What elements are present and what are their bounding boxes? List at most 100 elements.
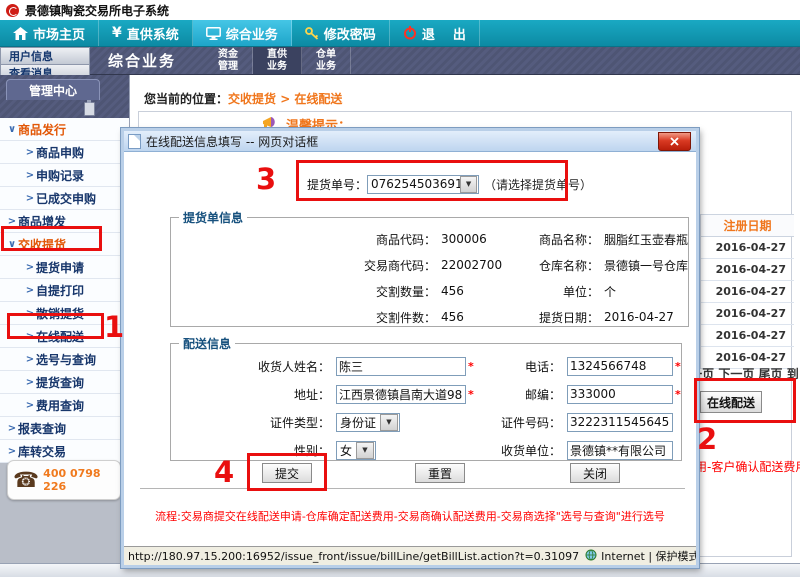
chevron-right-icon: > bbox=[24, 170, 36, 181]
bill-info-row: 交割数量：456 单位：个 bbox=[171, 278, 688, 304]
bill-info-fieldset: 提货单信息 商品代码：300006 商品名称：胭脂红玉壶春瓶 交易商代码：220… bbox=[170, 209, 689, 327]
nav-item-market-home[interactable]: 市场主页 bbox=[0, 20, 99, 46]
sidebar-item-fee-query[interactable]: >费用查询 bbox=[0, 394, 129, 417]
sidebar-item-retail-delivery[interactable]: >散销提货 bbox=[0, 302, 129, 325]
close-button[interactable]: 关闭 bbox=[570, 463, 620, 483]
reset-button[interactable]: 重置 bbox=[415, 463, 465, 483]
hotline-number: 400 0798 226 bbox=[43, 467, 120, 493]
sidebar-item-self-pickup-print[interactable]: >自提打印 bbox=[0, 279, 129, 302]
chevron-right-icon: > bbox=[24, 354, 36, 365]
sidebar: 管理中心 ∨商品发行 >商品申购 >申购记录 >已成交申购 >商品增发 ∨交收提… bbox=[0, 75, 130, 563]
breadcrumb-path[interactable]: 交收提货 > 在线配送 bbox=[228, 92, 342, 106]
required-mark: * bbox=[675, 360, 681, 373]
home-icon bbox=[13, 27, 28, 40]
chevron-right-icon: > bbox=[24, 262, 36, 273]
address-field[interactable] bbox=[336, 385, 466, 404]
bill-number-hint: （请选择提货单号） bbox=[484, 176, 592, 193]
sidebar-item-delivery-apply[interactable]: >提货申请 bbox=[0, 256, 129, 279]
section-title: 综合业务 bbox=[108, 47, 176, 74]
receiver-company-field[interactable] bbox=[567, 441, 673, 460]
bill-number-row: 提货单号： 076254503691 ▼ （请选择提货单号） bbox=[124, 174, 696, 194]
chevron-right-icon: > bbox=[24, 147, 36, 158]
user-buttons: 用户信息 查看消息 bbox=[0, 47, 90, 74]
page-icon bbox=[128, 134, 141, 149]
user-info-button[interactable]: 用户信息 bbox=[0, 47, 90, 64]
bill-number-select[interactable]: 076254503691 ▼ bbox=[367, 175, 479, 194]
sidebar-item-delivery[interactable]: ∨交收提货 bbox=[0, 233, 129, 256]
main-nav: 市场主页 ¥ 直供系统 综合业务 修改密码 退 出 bbox=[0, 20, 800, 47]
window-titlebar: 景德镇陶瓷交易所电子系统 bbox=[0, 0, 800, 20]
delivery-info-legend: 配送信息 bbox=[179, 335, 235, 352]
tab-management-center[interactable]: 管理中心 bbox=[6, 79, 100, 100]
delivery-info-fieldset: 配送信息 收货人姓名： * 电话： * 地址： * 邮编： * 证件类型： 身份… bbox=[170, 335, 682, 461]
dialog-title: 在线配送信息填写 -- 网页对话框 bbox=[146, 133, 318, 150]
dropdown-arrow-icon[interactable]: ▼ bbox=[460, 176, 477, 193]
sidebar-item-completed-purchase[interactable]: >已成交申购 bbox=[0, 187, 129, 210]
sidebar-header: 管理中心 bbox=[0, 75, 129, 118]
bill-info-legend: 提货单信息 bbox=[179, 209, 247, 226]
bill-info-row: 商品代码：300006 商品名称：胭脂红玉壶春瓶 bbox=[171, 226, 688, 252]
status-zone-text: Internet | 保护模式: 禁用 bbox=[601, 548, 696, 564]
monitor-icon bbox=[206, 27, 221, 40]
nav-item-label: 修改密码 bbox=[324, 24, 376, 43]
flow-instructions: 流程:交易商提交在线配送申请-仓库确定配送费用-交易商确认配送费用-交易商选择"… bbox=[124, 508, 696, 524]
submit-button[interactable]: 提交 bbox=[262, 463, 312, 483]
gender-select[interactable]: 女▼ bbox=[336, 441, 376, 460]
bill-info-row: 交割件数：456 提货日期：2016-04-27 bbox=[171, 304, 688, 330]
divider bbox=[140, 488, 685, 489]
hotline-badge: ☎ 400 0798 226 bbox=[7, 460, 121, 500]
delivery-row: 收货人姓名： * 电话： * bbox=[171, 352, 681, 380]
dialog-statusbar: http://180.97.15.200:16952/issue_front/i… bbox=[124, 546, 696, 565]
sidebar-item-delivery-query[interactable]: >提货查询 bbox=[0, 371, 129, 394]
dialog-body: 提货单号： 076254503691 ▼ （请选择提货单号） 提货单信息 商品代… bbox=[124, 152, 696, 546]
zip-field[interactable] bbox=[567, 385, 673, 404]
clipboard-icon bbox=[84, 102, 95, 116]
sidebar-item-purchase-records[interactable]: >申购记录 bbox=[0, 164, 129, 187]
sidebar-item-product-issue[interactable]: ∨商品发行 bbox=[0, 118, 129, 141]
bill-number-label: 提货单号： bbox=[307, 176, 367, 193]
subtab-direct-supply-business[interactable]: 直供 业务 bbox=[253, 47, 302, 74]
nav-item-label: 市场主页 bbox=[33, 24, 85, 43]
yen-icon: ¥ bbox=[112, 25, 122, 41]
dropdown-arrow-icon[interactable]: ▼ bbox=[356, 442, 374, 459]
records-table: 注册日期 2016-04-27 2016-04-27 2016-04-27 20… bbox=[700, 214, 794, 369]
subtab-warehouse-receipt-business[interactable]: 仓单 业务 bbox=[302, 47, 351, 74]
chevron-right-icon: > bbox=[24, 308, 36, 319]
chevron-right-icon: > bbox=[24, 331, 36, 342]
phone-field[interactable] bbox=[567, 357, 673, 376]
sidebar-item-product-purchase[interactable]: >商品申购 bbox=[0, 141, 129, 164]
required-mark: * bbox=[675, 388, 681, 401]
nav-item-change-password[interactable]: 修改密码 bbox=[292, 20, 390, 46]
close-icon[interactable] bbox=[658, 132, 691, 151]
nav-item-logout[interactable]: 退 出 bbox=[390, 20, 480, 46]
nav-item-integrated-business[interactable]: 综合业务 bbox=[193, 20, 292, 46]
receiver-name-field[interactable] bbox=[336, 357, 466, 376]
subtab-funds-management[interactable]: 资金 管理 bbox=[204, 47, 253, 74]
chevron-right-icon: > bbox=[24, 285, 36, 296]
bill-number-value: 076254503691 bbox=[368, 177, 460, 191]
table-row: 2016-04-27 bbox=[701, 281, 794, 303]
dropdown-arrow-icon[interactable]: ▼ bbox=[380, 414, 398, 431]
sidebar-item-report-query[interactable]: >报表查询 bbox=[0, 417, 129, 440]
nav-item-direct-supply[interactable]: ¥ 直供系统 bbox=[99, 20, 193, 46]
delivery-row: 证件类型： 身份证▼ 证件号码： bbox=[171, 408, 681, 436]
chevron-right-icon: > bbox=[24, 377, 36, 388]
dialog-titlebar[interactable]: 在线配送信息填写 -- 网页对话框 bbox=[124, 131, 696, 152]
online-delivery-button[interactable]: 在线配送 bbox=[700, 391, 762, 413]
breadcrumb-label: 您当前的位置： bbox=[144, 92, 228, 106]
background-flow-text: 费用-客户确认配送费用-选 bbox=[683, 458, 800, 475]
sidebar-item-online-delivery[interactable]: >在线配送 bbox=[0, 325, 129, 348]
sub-nav: 用户信息 查看消息 综合业务 资金 管理 直供 业务 仓单 业务 bbox=[0, 47, 800, 75]
chevron-down-icon: ∨ bbox=[6, 124, 18, 135]
sidebar-item-number-select-query[interactable]: >选号与查询 bbox=[0, 348, 129, 371]
status-zone: Internet | 保护模式: 禁用 bbox=[585, 548, 696, 564]
nav-item-label: 综合业务 bbox=[226, 24, 278, 43]
id-type-select[interactable]: 身份证▼ bbox=[336, 413, 400, 432]
app-window: 景德镇陶瓷交易所电子系统 市场主页 ¥ 直供系统 综合业务 修改密码 退 出 用… bbox=[0, 0, 800, 577]
id-number-field[interactable] bbox=[567, 413, 673, 432]
sub-tabs: 资金 管理 直供 业务 仓单 业务 bbox=[204, 47, 351, 74]
chevron-right-icon: > bbox=[6, 216, 18, 227]
sidebar-item-additional-issue[interactable]: >商品增发 bbox=[0, 210, 129, 233]
table-row: 2016-04-27 bbox=[701, 303, 794, 325]
status-url: http://180.97.15.200:16952/issue_front/i… bbox=[128, 550, 579, 563]
